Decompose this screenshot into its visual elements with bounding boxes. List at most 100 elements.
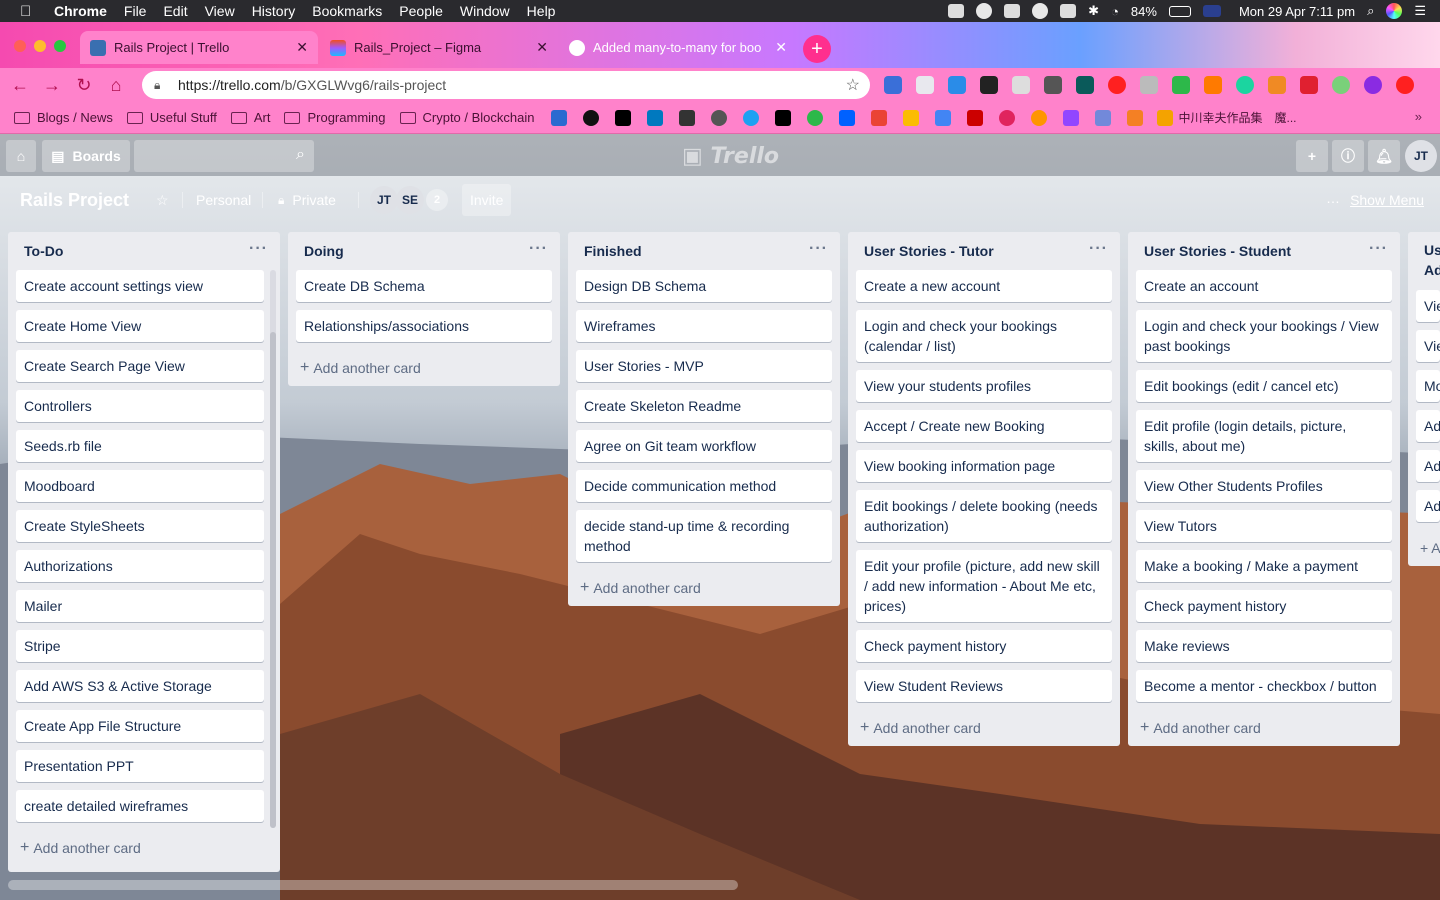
info-button[interactable]: ⓘ: [1332, 140, 1364, 172]
card[interactable]: Ad: [1416, 450, 1440, 482]
show-menu-link[interactable]: Show Menu: [1350, 192, 1424, 208]
home-button[interactable]: ⌂: [6, 140, 36, 172]
card[interactable]: User Stories - MVP: [576, 350, 832, 382]
menu-view[interactable]: View: [205, 3, 235, 19]
twitch-bookmark-icon[interactable]: [1062, 109, 1079, 126]
card[interactable]: Create a new account: [856, 270, 1112, 302]
github-bookmark-icon[interactable]: [582, 109, 599, 126]
bookmark-folder-art[interactable]: Art: [230, 110, 270, 125]
card[interactable]: Create an account: [1136, 270, 1392, 302]
mail-extension-icon[interactable]: [1012, 76, 1030, 94]
card[interactable]: decide stand-up time & recording method: [576, 510, 832, 562]
update-extension-icon[interactable]: [1396, 76, 1414, 94]
list-header[interactable]: Doing ···: [288, 232, 560, 270]
tab-figma[interactable]: Rails_Project – Figma ✕: [320, 31, 558, 64]
scrollbar-thumb[interactable]: [270, 332, 276, 828]
siri-icon[interactable]: [1386, 3, 1403, 19]
board-horizontal-scrollbar[interactable]: [8, 880, 738, 890]
card[interactable]: Mailer: [16, 590, 264, 622]
cloud-bookmark-icon[interactable]: [550, 109, 567, 126]
bookmark-folder-blogs[interactable]: Blogs / News: [14, 110, 113, 125]
member-count-badge[interactable]: 2: [426, 189, 448, 211]
list-menu-dots-icon[interactable]: ···: [809, 240, 828, 258]
close-tab-icon[interactable]: ✕: [536, 39, 548, 56]
menu-window[interactable]: Window: [460, 3, 510, 19]
wifi-icon[interactable]: ◔: [1111, 4, 1119, 19]
card[interactable]: Login and check your bookings (calendar …: [856, 310, 1112, 362]
team-button[interactable]: Personal: [190, 184, 257, 216]
board-title[interactable]: Rails Project: [20, 190, 129, 211]
menu-bookmarks[interactable]: Bookmarks: [312, 3, 382, 19]
card[interactable]: Create StyleSheets: [16, 510, 264, 542]
cloud-icon[interactable]: [1004, 4, 1021, 18]
eyedropper-extension-icon[interactable]: [1044, 76, 1062, 94]
card[interactable]: Edit bookings (edit / cancel etc): [1136, 370, 1392, 402]
card[interactable]: Design DB Schema: [576, 270, 832, 302]
card[interactable]: Agree on Git team workflow: [576, 430, 832, 462]
minimize-window-button[interactable]: [34, 40, 46, 52]
card[interactable]: Create Search Page View: [16, 350, 264, 382]
card[interactable]: create detailed wireframes: [16, 790, 264, 822]
card[interactable]: Presentation PPT: [16, 750, 264, 782]
card[interactable]: Moodboard: [16, 470, 264, 502]
card[interactable]: Login and check your bookings / View pas…: [1136, 310, 1392, 362]
translate-extension-icon[interactable]: [884, 76, 902, 94]
card[interactable]: Make a booking / Make a payment: [1136, 550, 1392, 582]
card[interactable]: Mo: [1416, 370, 1440, 402]
bluetooth-icon[interactable]: ✱: [1088, 3, 1099, 19]
todo-extension-icon[interactable]: [948, 76, 966, 94]
card[interactable]: Edit your profile (picture, add new skil…: [856, 550, 1112, 622]
card[interactable]: Relationships/associations: [296, 310, 552, 342]
medium-bookmark-icon[interactable]: [774, 109, 791, 126]
mint-extension-icon[interactable]: [1236, 76, 1254, 94]
card[interactable]: Add AWS S3 & Active Storage: [16, 670, 264, 702]
dev-bookmark-icon[interactable]: [614, 109, 631, 126]
invite-button[interactable]: Invite: [462, 184, 512, 216]
dropbox-bookmark-icon[interactable]: [838, 109, 855, 126]
add-card-button[interactable]: + Add another card: [568, 570, 840, 606]
member-avatar[interactable]: SE: [396, 186, 424, 214]
menu-file[interactable]: File: [124, 3, 147, 19]
android-extension-icon[interactable]: [1332, 76, 1350, 94]
card[interactable]: Create App File Structure: [16, 710, 264, 742]
bookmark-folder-useful[interactable]: Useful Stuff: [126, 110, 217, 125]
drive-bookmark-icon[interactable]: [902, 109, 919, 126]
card[interactable]: Edit profile (login details, picture, sk…: [1136, 410, 1392, 462]
add-card-button[interactable]: + Add another card: [848, 710, 1120, 746]
bookmark-folder-programming[interactable]: Programming: [284, 110, 386, 125]
boards-button[interactable]: ▤ Boards: [42, 140, 130, 172]
list-header[interactable]: User Stories - Tutor ···: [848, 232, 1120, 270]
fire-extension-icon[interactable]: [1204, 76, 1222, 94]
bookmark-folder-crypto[interactable]: Crypto / Blockchain: [399, 110, 535, 125]
trello-bookmark-icon[interactable]: [646, 109, 663, 126]
back-arrow-icon[interactable]: ←: [8, 73, 32, 97]
calendar-bookmark-icon[interactable]: [934, 109, 951, 126]
create-button[interactable]: +: [1296, 140, 1328, 172]
line-app-icon[interactable]: [948, 4, 965, 18]
battery-percent[interactable]: 84%: [1131, 4, 1157, 19]
add-card-button[interactable]: + A: [1408, 530, 1440, 566]
trello-logo[interactable]: ▣ Trello: [682, 144, 779, 169]
bookmarks-overflow-chevron-icon[interactable]: »: [1415, 109, 1422, 124]
gmail-bookmark-icon[interactable]: [870, 109, 887, 126]
adblock-extension-icon[interactable]: [1108, 76, 1126, 94]
orange-bookmark-icon[interactable]: [1030, 109, 1047, 126]
reload-icon[interactable]: ↻: [72, 73, 96, 97]
calendar-extension-icon[interactable]: [1300, 76, 1318, 94]
card[interactable]: Vie: [1416, 290, 1440, 322]
robot-extension-icon[interactable]: [1076, 76, 1094, 94]
power-icon[interactable]: [1032, 3, 1049, 19]
add-card-button[interactable]: + Add another card: [1128, 710, 1400, 746]
search-input[interactable]: ⌕: [134, 140, 314, 172]
metamask-extension-icon[interactable]: [1268, 76, 1286, 94]
member-avatar[interactable]: JT: [370, 186, 398, 214]
card[interactable]: View Other Students Profiles: [1136, 470, 1392, 502]
card[interactable]: Ad: [1416, 490, 1440, 522]
spotlight-search-icon[interactable]: ⌕: [1367, 3, 1374, 19]
lock-icon[interactable]: 🔒︎: [154, 78, 168, 93]
font-extension-icon[interactable]: [1140, 76, 1158, 94]
zoom-window-button[interactable]: [54, 40, 66, 52]
profile-avatar-icon[interactable]: [1364, 76, 1382, 94]
card[interactable]: Check payment history: [856, 630, 1112, 662]
notification-center-icon[interactable]: ☰: [1414, 3, 1426, 19]
